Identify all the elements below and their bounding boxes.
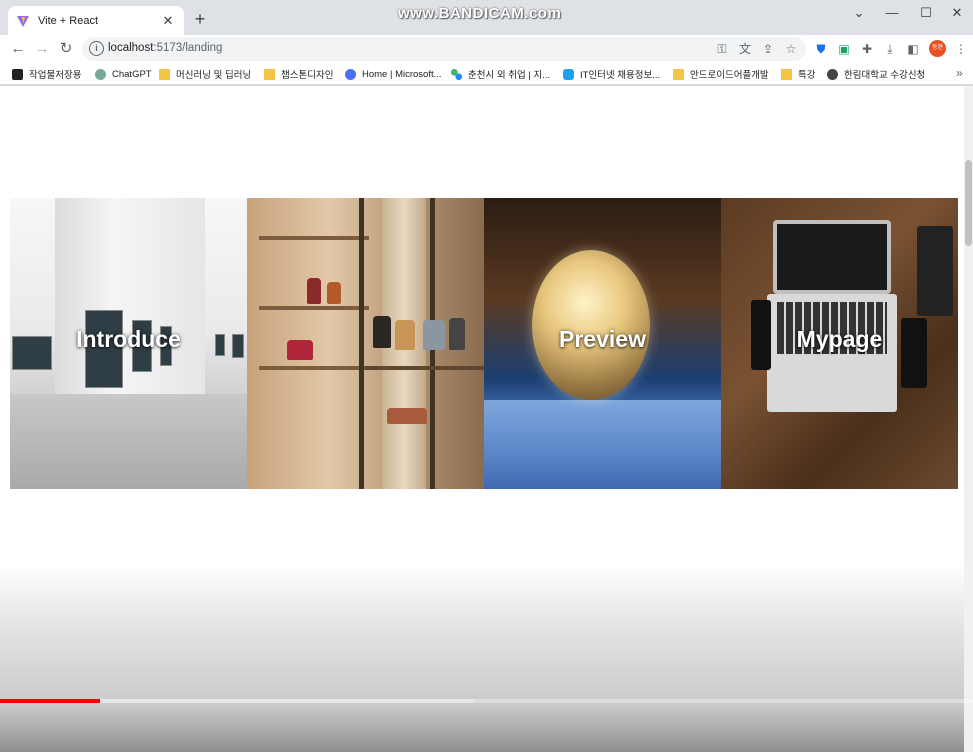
folder-icon: [781, 68, 792, 80]
chatgpt-icon: [95, 68, 106, 80]
close-window-button[interactable]: ✕: [941, 0, 973, 28]
site-info-icon[interactable]: i: [89, 41, 104, 56]
microsoft-icon: [345, 68, 356, 80]
bookmark-label: 작업물저장용: [29, 70, 82, 81]
menu-kebab-icon[interactable]: ⋮: [953, 41, 969, 57]
panel-label-preview: Preview: [559, 326, 646, 352]
bookmark-item[interactable]: 머신러닝 및 딥러닝: [159, 67, 251, 81]
bookmark-star-icon[interactable]: ☆: [783, 41, 799, 57]
new-tab-button[interactable]: +: [190, 9, 210, 29]
translate-icon[interactable]: 文: [737, 41, 753, 57]
bookmark-item[interactable]: 안드로이드어플개발: [673, 67, 769, 81]
profile-avatar[interactable]: 동현: [929, 40, 946, 57]
camera-image: [917, 226, 953, 316]
bookmark-item[interactable]: Home | Microsoft...: [345, 67, 442, 81]
globe-icon: [827, 68, 838, 80]
tab-title: Vite + React: [38, 14, 99, 27]
bookmark-label: ChatGPT: [112, 68, 152, 80]
panel-label-introduce: Introduce: [76, 326, 181, 352]
tab-close-icon[interactable]: ✕: [160, 13, 176, 29]
bookmark-item[interactable]: 한림대학교 수강신청: [827, 67, 925, 81]
snow-image: [484, 400, 721, 489]
bookmark-item[interactable]: 춘천시 외 취업 | 지...: [451, 67, 550, 81]
handbag-image: [307, 278, 321, 304]
vite-logo-icon: [17, 15, 29, 27]
shop-shelf-image: [259, 236, 369, 240]
frozen-bubble-image: [532, 250, 650, 400]
bookmark-label: 챕스톤디자인: [281, 70, 334, 81]
bookmark-item[interactable]: 작업물저장용: [12, 67, 81, 81]
bookmark-label: IT인터넷 채용정보...: [580, 70, 661, 81]
tab-search-chevron-icon[interactable]: ⌄: [843, 0, 875, 28]
folder-icon: [159, 68, 170, 80]
gallery-floor-image: [10, 394, 247, 489]
notion-icon: [12, 68, 23, 80]
share-icon[interactable]: ⇪: [760, 41, 776, 57]
panel-label-mypage: Mypage: [796, 326, 883, 352]
extensions-puzzle-icon[interactable]: ✚: [859, 41, 875, 57]
download-icon[interactable]: ⤓: [882, 41, 898, 57]
shoe-display-image: [287, 340, 313, 360]
bookmark-label: 머신러닝 및 딥러닝: [176, 70, 252, 81]
shop-panel[interactable]: [247, 198, 484, 489]
jobsite-icon: [451, 68, 462, 80]
shop-shelf-image: [365, 366, 484, 370]
bookmarks-overflow-button[interactable]: »: [956, 66, 963, 80]
bookmark-item[interactable]: IT인터넷 채용정보...: [563, 67, 660, 81]
bookmark-label: 안드로이드어플개발: [690, 70, 769, 81]
it-jobs-icon: [563, 68, 574, 80]
side-panel-icon[interactable]: ◧: [905, 41, 921, 57]
tab-strip: Vite + React ✕ + www.BANDICAM.com ⌄ — ☐ …: [0, 0, 973, 35]
video-progress-played[interactable]: [0, 699, 100, 703]
address-url[interactable]: localhost:5173/landing: [108, 42, 222, 54]
bookmark-label: 특강: [798, 70, 816, 81]
browser-toolbar: ← → ↻ i localhost:5173/landing ⚿ 文 ⇪ ☆ ⛊…: [0, 35, 973, 63]
shop-shelf-image: [259, 306, 369, 310]
back-arrow-icon[interactable]: ←: [8, 39, 28, 59]
page-scrollbar[interactable]: [964, 86, 973, 752]
scrollbar-thumb[interactable]: [965, 160, 972, 246]
shop-shelf-image: [259, 366, 369, 370]
reload-icon[interactable]: ↻: [56, 39, 76, 59]
bookmark-label: 한림대학교 수강신청: [844, 70, 926, 81]
bookmark-label: 춘천시 외 취업 | 지...: [468, 70, 551, 81]
folder-icon: [264, 68, 275, 80]
shop-frame-image: [359, 198, 364, 489]
address-bar[interactable]: i localhost:5173/landing ⚿ 文 ⇪ ☆: [82, 37, 806, 61]
shield-extension-icon[interactable]: ⛊: [813, 41, 829, 57]
browser-tab[interactable]: Vite + React ✕: [8, 6, 184, 35]
shoe-display-image: [387, 408, 427, 424]
folder-icon: [673, 68, 684, 80]
handbag-image: [373, 316, 391, 348]
extension-green-icon[interactable]: ▣: [836, 41, 852, 57]
mypage-panel[interactable]: Mypage: [721, 198, 958, 489]
key-icon[interactable]: ⚿: [714, 41, 730, 57]
handbag-image: [423, 320, 445, 350]
preview-panel[interactable]: Preview: [484, 198, 721, 489]
url-host: localhost: [108, 42, 154, 54]
bookmark-label: Home | Microsoft...: [362, 68, 442, 80]
handbag-image: [395, 320, 415, 350]
bookmark-item[interactable]: ChatGPT: [95, 67, 152, 81]
handbag-image: [449, 318, 465, 350]
url-path: :5173/landing: [153, 42, 223, 54]
introduce-panel[interactable]: Introduce: [10, 198, 247, 489]
bookmarks-bar: 작업물저장용 ChatGPT 머신러닝 및 딥러닝 챕스톤디자인 Home | …: [0, 63, 973, 85]
minimize-button[interactable]: —: [876, 0, 908, 28]
maximize-button[interactable]: ☐: [910, 0, 942, 28]
handbag-image: [327, 282, 341, 304]
recording-watermark: www.BANDICAM.com: [398, 5, 562, 22]
landing-panels: Introduce Preview Mypage: [10, 198, 958, 489]
forward-arrow-icon[interactable]: →: [32, 39, 52, 59]
bookmark-item[interactable]: 특강: [781, 67, 815, 81]
laptop-screen-image: [773, 220, 891, 294]
bookmark-item[interactable]: 챕스톤디자인: [264, 67, 333, 81]
